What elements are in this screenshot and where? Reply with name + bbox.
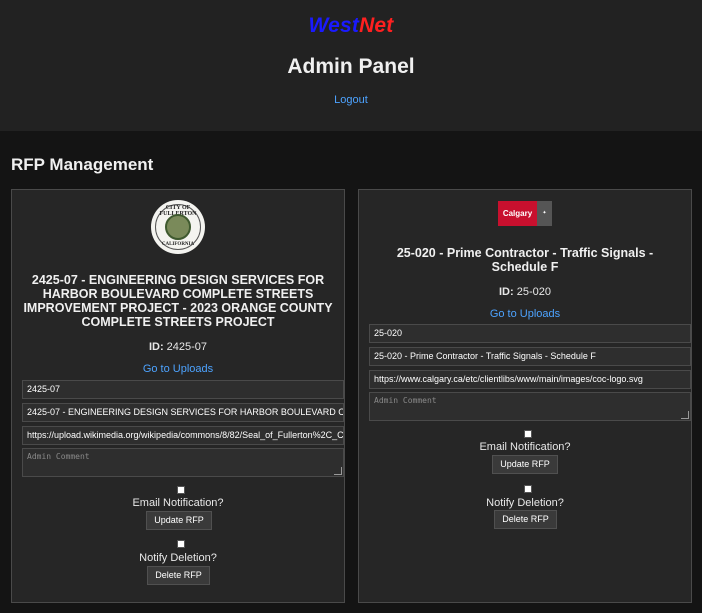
go-to-uploads-link[interactable]: Go to Uploads xyxy=(12,363,344,375)
rfp-logo-url-input[interactable]: https://www.calgary.ca/etc/clientlibs/ww… xyxy=(369,370,691,389)
email-notification-checkbox[interactable] xyxy=(524,430,532,438)
notify-deletion-label: Notify Deletion? xyxy=(486,497,564,509)
rfp-id: ID: 2425-07 xyxy=(12,341,344,353)
go-to-uploads-link[interactable]: Go to Uploads xyxy=(359,308,691,320)
rfp-id: ID: 25-020 xyxy=(359,286,691,298)
rfp-id-label: ID: xyxy=(499,286,514,298)
update-rfp-button[interactable]: Update RFP xyxy=(146,511,212,530)
logout-link[interactable]: Logout xyxy=(0,94,702,106)
rfp-id-value: 25-020 xyxy=(516,286,551,298)
notify-deletion-label: Notify Deletion? xyxy=(139,552,217,564)
rfp-title: 2425-07 - ENGINEERING DESIGN SERVICES FO… xyxy=(23,273,333,329)
delete-rfp-button[interactable]: Delete RFP xyxy=(147,566,210,585)
rfp-title-input[interactable]: 25-020 - Prime Contractor - Traffic Sign… xyxy=(369,347,691,366)
rfp-logo-url-input[interactable]: https://upload.wikimedia.org/wikipedia/c… xyxy=(22,426,344,445)
city-seal-icon: CITY OF FULLERTON CALIFORNIA xyxy=(151,200,205,254)
brand-part2: Net xyxy=(359,14,394,37)
page-title: Admin Panel xyxy=(287,55,415,78)
rfp-card: CITY OF FULLERTON CALIFORNIA 2425-07 - E… xyxy=(11,189,345,603)
notify-deletion-checkbox[interactable] xyxy=(177,540,185,548)
update-rfp-button[interactable]: Update RFP xyxy=(492,455,558,474)
brand-logo: WestNet xyxy=(0,14,702,38)
rfp-title-input[interactable]: 2425-07 - ENGINEERING DESIGN SERVICES FO… xyxy=(22,403,344,422)
rfp-id-input[interactable]: 2425-07 xyxy=(22,380,344,399)
email-notification-checkbox[interactable] xyxy=(177,486,185,494)
rfp-id-value: 2425-07 xyxy=(166,341,208,353)
rfp-card: Calgary ✦ 25-020 - Prime Contractor - Tr… xyxy=(358,189,692,603)
delete-rfp-button[interactable]: Delete RFP xyxy=(494,510,557,529)
calgary-logo-icon: Calgary ✦ xyxy=(498,201,552,226)
admin-comment-placeholder: Admin Comment xyxy=(27,452,90,461)
rfp-logo: CITY OF FULLERTON CALIFORNIA xyxy=(12,200,344,259)
admin-comment-textarea[interactable]: Admin Comment xyxy=(369,392,691,421)
rfp-title: 25-020 - Prime Contractor - Traffic Sign… xyxy=(396,246,654,274)
section-title: RFP Management xyxy=(11,155,154,174)
rfp-id-label: ID: xyxy=(148,341,164,353)
rfp-id-input[interactable]: 25-020 xyxy=(369,324,691,343)
brand-part1: West xyxy=(308,14,360,37)
header: WestNet Admin Panel Logout xyxy=(0,0,702,131)
email-notification-label: Email Notification? xyxy=(479,441,571,453)
email-notification-label: Email Notification? xyxy=(132,497,224,509)
rfp-logo: Calgary ✦ xyxy=(359,201,691,231)
resize-grip-icon[interactable] xyxy=(334,467,342,475)
resize-grip-icon[interactable] xyxy=(681,411,689,419)
admin-comment-placeholder: Admin Comment xyxy=(374,396,437,405)
notify-deletion-checkbox[interactable] xyxy=(524,485,532,493)
admin-comment-textarea[interactable]: Admin Comment xyxy=(22,448,344,477)
